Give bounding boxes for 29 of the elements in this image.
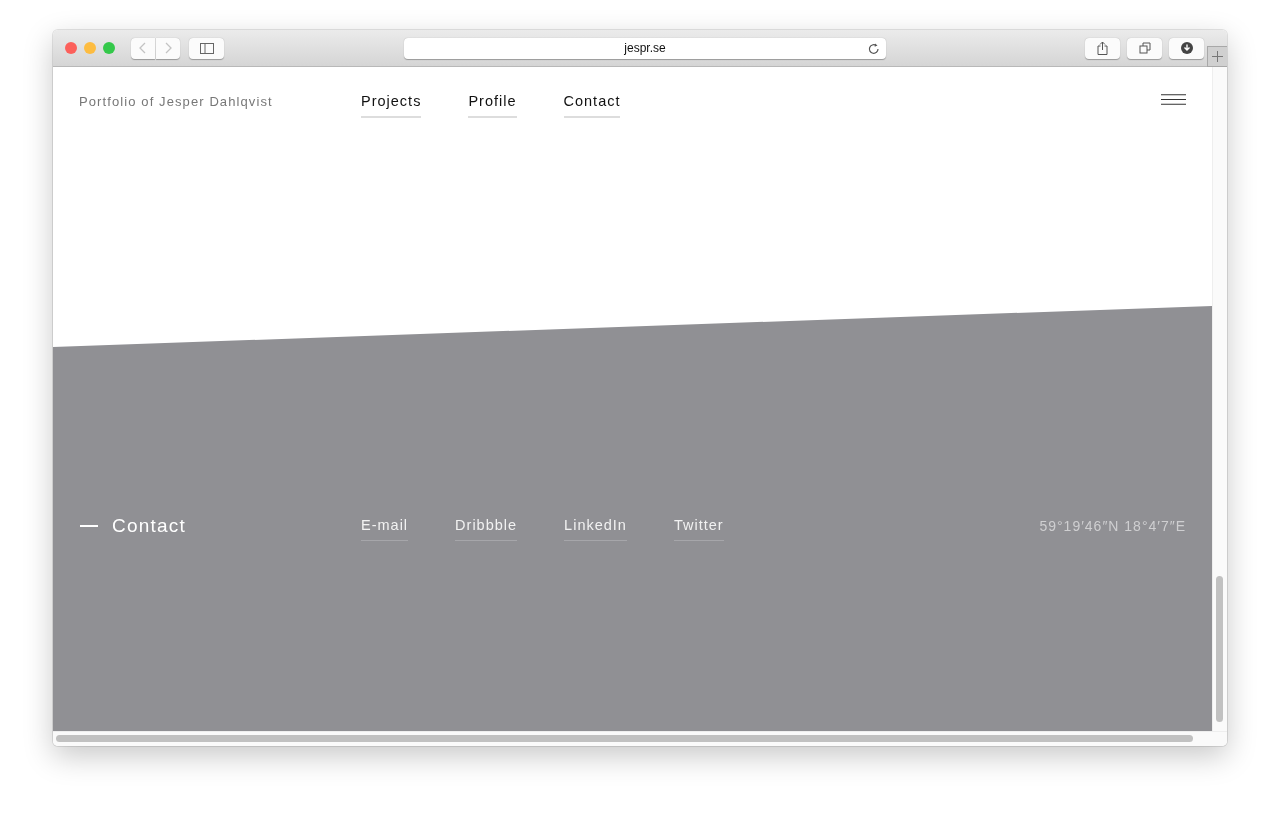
coordinates-text: 59°19′46″N 18°4′7″E <box>1039 518 1186 534</box>
nav-link[interactable]: Contact <box>563 93 621 118</box>
download-icon <box>1180 42 1193 54</box>
reload-icon[interactable] <box>868 41 880 55</box>
url-text: jespr.se <box>624 41 666 55</box>
chevron-left-icon <box>139 42 147 54</box>
sidebar-icon <box>199 42 214 54</box>
back-button[interactable] <box>131 37 155 59</box>
site-title: Portfolio of Jesper Dahlqvist <box>79 94 274 109</box>
minimize-button[interactable] <box>84 42 96 54</box>
new-tab-button[interactable] <box>1207 46 1227 67</box>
forward-button[interactable] <box>156 37 180 59</box>
share-button[interactable] <box>1085 37 1120 59</box>
download-button[interactable] <box>1169 37 1204 59</box>
zoom-button[interactable] <box>103 42 115 54</box>
tabs-button[interactable] <box>1127 37 1162 59</box>
nav-link[interactable]: Profile <box>468 93 517 118</box>
address-bar[interactable]: jespr.se <box>404 37 886 59</box>
tabs-icon <box>1138 42 1151 54</box>
heading-dash <box>80 525 98 527</box>
sidebar-button[interactable] <box>189 37 224 59</box>
horizontal-scrollbar-thumb[interactable] <box>56 735 1193 742</box>
vertical-scrollbar-thumb[interactable] <box>1216 576 1223 722</box>
nav-link[interactable]: Projects <box>361 93 422 118</box>
share-icon <box>1097 41 1108 55</box>
close-button[interactable] <box>65 42 77 54</box>
chevron-right-icon <box>164 42 172 54</box>
footer-heading: Contact <box>112 515 186 537</box>
menu-icon[interactable] <box>1161 94 1186 105</box>
